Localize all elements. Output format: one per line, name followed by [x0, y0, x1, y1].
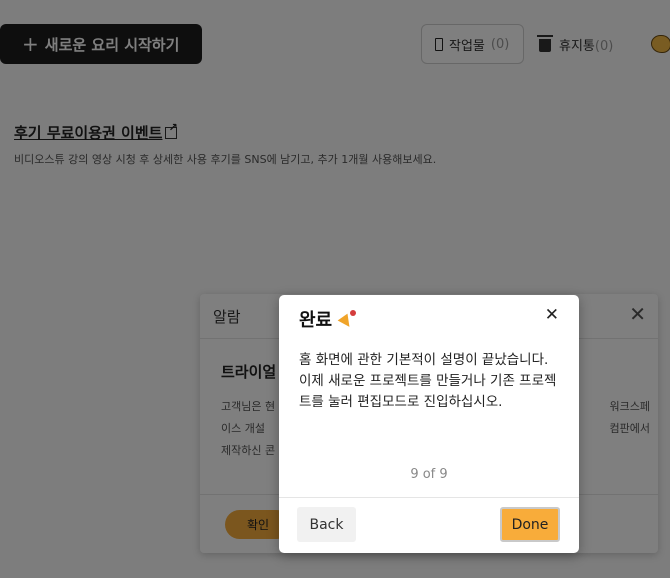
tour-title: 완료	[299, 310, 333, 331]
party-popper-icon	[337, 310, 357, 331]
done-button[interactable]: Done	[500, 507, 560, 542]
tour-title-row: 완료	[299, 306, 357, 332]
tour-description: 홈 화면에 관한 기본적이 설명이 끝났습니다. 이제 새로운 프로젝트를 만들…	[299, 352, 557, 410]
tour-popover: 완료 ✕ 홈 화면에 관한 기본적이 설명이 끝났습니다. 이제 새로운 프로젝…	[279, 295, 579, 553]
close-icon[interactable]: ✕	[545, 307, 559, 324]
tour-divider	[279, 497, 579, 498]
tour-progress: 9 of 9	[410, 467, 448, 482]
back-button[interactable]: Back	[297, 507, 356, 542]
